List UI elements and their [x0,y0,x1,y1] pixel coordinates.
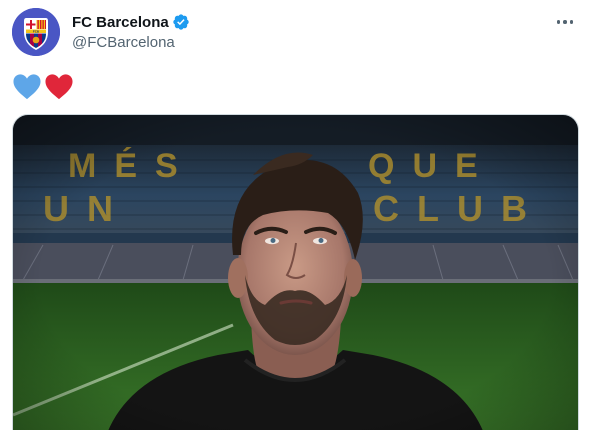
more-dot [569,20,574,24]
more-dot [556,20,561,24]
svg-text:FCB: FCB [33,29,40,33]
fc-barcelona-crest-icon: FCB [12,8,60,56]
display-name[interactable]: FC Barcelona [72,14,169,31]
handle[interactable]: @FCBarcelona [72,34,190,51]
tweet-text [12,72,74,102]
avatar[interactable]: FCB [12,8,60,56]
name-row: FC Barcelona [72,12,190,32]
red-heart-icon [45,74,73,100]
tweet-media-photo[interactable]: MÉS QUE UN CLUB [12,114,579,430]
more-dot [563,20,567,24]
verified-badge-icon [173,14,189,30]
blue-heart-icon [13,74,41,100]
stadium-portrait-image: MÉS QUE UN CLUB [13,115,578,430]
tweet-card: FCB FC Barcelona @FCBarcelona [0,0,591,430]
more-options-button[interactable] [553,12,577,32]
tweet-header: FC Barcelona @FCBarcelona [72,12,190,51]
